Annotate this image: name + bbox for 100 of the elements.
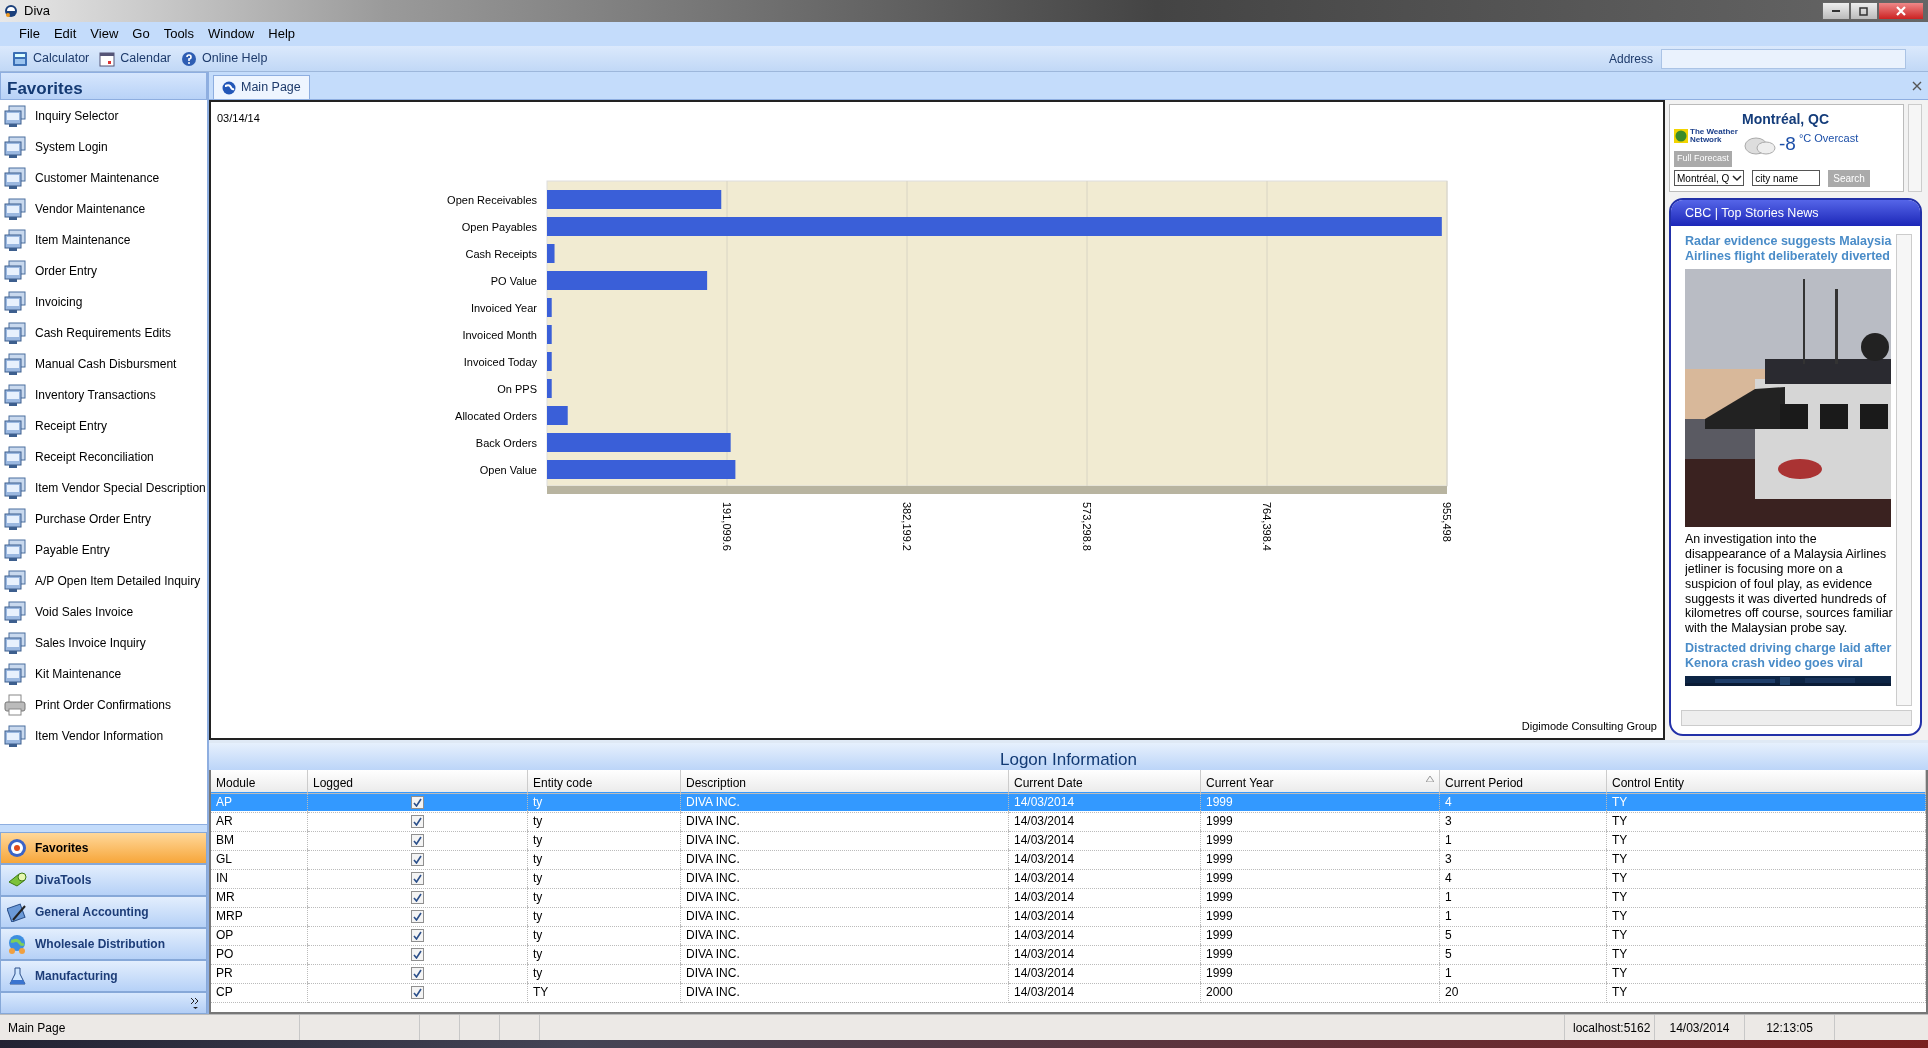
checkbox[interactable] [411,890,424,904]
condition-label: Overcast [1814,131,1859,146]
checkbox[interactable] [411,947,424,961]
sidebar-item[interactable]: Vendor Maintenance [0,193,207,224]
nav-button[interactable]: DivaTools [0,864,207,896]
menu-item[interactable]: File [14,22,45,46]
checkbox[interactable] [411,814,424,828]
menu-item[interactable]: Window [203,22,260,46]
flask-icon [7,966,27,986]
monitor-icon [4,352,26,375]
sidebar-item[interactable]: Order Entry [0,255,207,286]
chevron-icon[interactable] [190,997,200,1009]
news-headline-link[interactable]: Radar evidence suggests Malaysia Airlines flight deliberately diverted [1685,234,1894,264]
table-cell: DIVA INC. [681,868,1009,889]
close-button[interactable] [1878,2,1924,20]
toolbar-button[interactable]: Calendar [99,49,171,68]
sidebar-item[interactable]: Manual Cash Disbursment [0,348,207,379]
category-label: Open Payables [461,220,537,233]
table-cell: 3 [1440,811,1607,832]
sidebar-item[interactable]: Item Vendor Information [0,720,207,751]
menu-item[interactable]: Help [263,22,300,46]
menu-item[interactable]: Edit [48,22,82,46]
sidebar-item[interactable]: Customer Maintenance [0,162,207,193]
menu-item[interactable]: Tools [158,22,199,46]
section-title: Logon Information [209,740,1928,770]
toolbar-button[interactable]: Calculator [12,49,90,68]
nav-button[interactable]: Favorites [0,832,207,864]
table-cell: 1 [1440,887,1607,908]
minimize-button[interactable] [1822,2,1850,20]
monitor-icon [4,600,26,623]
table-cell: 14/03/2014 [1009,792,1201,813]
category-label: Open Value [479,463,537,476]
sidebar-item[interactable]: Item Maintenance [0,224,207,255]
help-icon [181,50,197,67]
table-cell: TY [1607,944,1926,965]
table-cell: ty [528,963,681,984]
sidebar-item[interactable]: Inquiry Selector [0,100,207,131]
sidebar-item[interactable]: Sales Invoice Inquiry [0,627,207,658]
sidebar-item[interactable]: Purchase Order Entry [0,503,207,534]
splitter-grip[interactable] [0,824,207,832]
sidebar-item[interactable]: Print Order Confirmations [0,689,207,720]
sidebar-item[interactable]: Receipt Entry [0,410,207,441]
table-cell: DIVA INC. [681,792,1009,813]
sidebar-item[interactable]: Cash Requirements Edits [0,317,207,348]
maximize-button[interactable] [1850,2,1878,20]
address-field[interactable] [1661,48,1906,69]
checkbox[interactable] [411,985,424,999]
scrollbar[interactable] [1896,234,1912,706]
checkbox[interactable] [411,795,424,809]
monitor-icon [4,445,26,468]
nav-button[interactable]: Manufacturing [0,960,207,992]
checkbox[interactable] [411,833,424,847]
temperature-label: -8 [1779,132,1796,156]
close-icon [1912,80,1922,91]
sidebar-item[interactable]: Kit Maintenance [0,658,207,689]
nav-button[interactable]: Wholesale Distribution [0,928,207,960]
table-cell: TY [1607,887,1926,908]
monitor-icon [4,414,26,437]
monitor-icon [4,569,26,592]
menu-item[interactable]: Go [127,22,155,46]
category-label: Cash Receipts [465,247,537,260]
category-label: Open Receivables [447,193,537,206]
city-dropdown[interactable]: Montréal, Q [1674,170,1745,186]
tab[interactable]: Main Page [213,75,310,99]
scrollbar[interactable] [1908,104,1922,192]
table-cell: 1999 [1201,830,1440,851]
checkbox[interactable] [411,852,424,866]
sidebar-item[interactable]: System Login [0,131,207,162]
close-tab-button[interactable] [1912,80,1922,91]
printer-icon [4,693,26,716]
table-cell: 1 [1440,830,1607,851]
menu-item[interactable]: View [85,22,124,46]
sidebar-item[interactable]: A/P Open Item Detailed Inquiry [0,565,207,596]
bar [547,351,552,371]
sidebar-item[interactable]: Void Sales Invoice [0,596,207,627]
caret-icon [1731,172,1744,184]
category-label: Invoiced Month [462,328,537,341]
table-cell: GL [211,849,308,870]
checkbox[interactable] [411,966,424,980]
sidebar-item[interactable]: Payable Entry [0,534,207,565]
toolbar-button[interactable]: Online Help [181,49,268,68]
monitor-icon [4,197,26,220]
table-cell: ty [528,906,681,927]
calculator-icon [12,50,28,67]
table-cell: DIVA INC. [681,944,1009,965]
checkbox[interactable] [411,928,424,942]
table-cell: CP [211,982,308,1003]
sidebar-item[interactable]: Receipt Reconciliation [0,441,207,472]
nav-button[interactable]: General Accounting [0,896,207,928]
scrollbar[interactable] [1681,710,1912,726]
checkbox[interactable] [411,871,424,885]
sidebar-item[interactable]: Invoicing [0,286,207,317]
checkbox[interactable] [411,909,424,923]
table-cell: PO [211,944,308,965]
city-input[interactable]: city name [1752,170,1821,186]
sidebar-item[interactable]: Item Vendor Special Description [0,472,207,503]
news-headline-link[interactable]: Distracted driving charge laid after Kenora crash video goes viral [1685,641,1894,672]
table-cell: 3 [1440,849,1607,870]
maximize-icon [1859,6,1869,16]
sidebar-item[interactable]: Inventory Transactions [0,379,207,410]
